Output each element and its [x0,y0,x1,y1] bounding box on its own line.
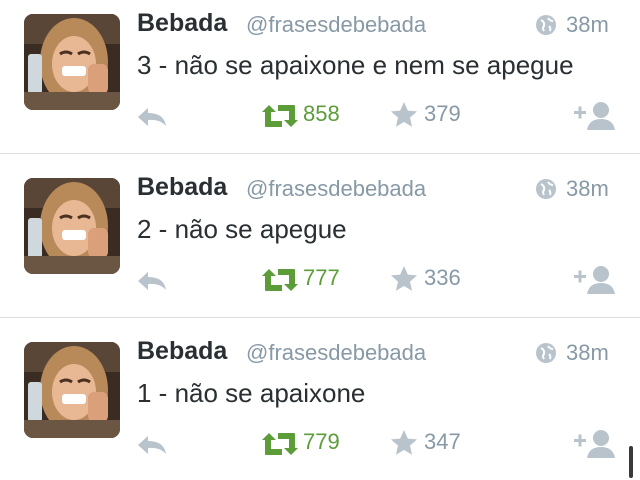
follow-icon[interactable] [573,264,617,296]
favorite-count: 379 [424,101,461,126]
tweet[interactable]: Bebada @frasesdebebada 38m 3 - não se ap… [0,0,640,164]
tweet[interactable]: Bebada @frasesdebebada 38m 1 - não se ap… [0,328,640,480]
divider [0,317,640,318]
retweet-count: 777 [303,265,340,290]
user-handle[interactable]: @frasesdebebada [246,176,426,202]
timestamp[interactable]: 38m [566,340,609,366]
avatar[interactable] [24,178,120,274]
globe-icon [535,178,557,200]
retweet-count: 779 [303,429,340,454]
avatar[interactable] [24,342,120,438]
user-name[interactable]: Bebada [137,173,227,202]
retweet-icon[interactable] [260,431,300,457]
tweet-actions: 777 336 [0,262,640,298]
reply-icon[interactable] [136,434,168,456]
star-icon[interactable] [390,265,418,293]
globe-icon [535,342,557,364]
user-name[interactable]: Bebada [137,337,227,366]
follow-icon[interactable] [573,428,617,460]
tweet-text: 2 - não se apegue [137,214,347,244]
retweet-icon[interactable] [260,103,300,129]
reply-icon[interactable] [136,106,168,128]
tweet-text: 1 - não se apaixone [137,378,366,408]
globe-icon [535,14,557,36]
timestamp[interactable]: 38m [566,12,609,38]
divider [0,153,640,154]
tweet[interactable]: Bebada @frasesdebebada 38m 2 - não se ap… [0,164,640,328]
avatar[interactable] [24,14,120,110]
tweet-actions: 779 347 [0,426,640,462]
timestamp[interactable]: 38m [566,176,609,202]
user-handle[interactable]: @frasesdebebada [246,340,426,366]
scrollbar[interactable] [629,446,633,478]
reply-icon[interactable] [136,270,168,292]
star-icon[interactable] [390,101,418,129]
star-icon[interactable] [390,429,418,457]
retweet-icon[interactable] [260,267,300,293]
tweet-actions: 858 379 [0,98,640,134]
retweet-count: 858 [303,101,340,126]
tweet-text: 3 - não se apaixone e nem se apegue [137,50,574,80]
favorite-count: 347 [424,429,461,454]
user-name[interactable]: Bebada [137,9,227,38]
timeline: Bebada @frasesdebebada 38m 3 - não se ap… [0,0,640,480]
follow-icon[interactable] [573,100,617,132]
favorite-count: 336 [424,265,461,290]
user-handle[interactable]: @frasesdebebada [246,12,426,38]
